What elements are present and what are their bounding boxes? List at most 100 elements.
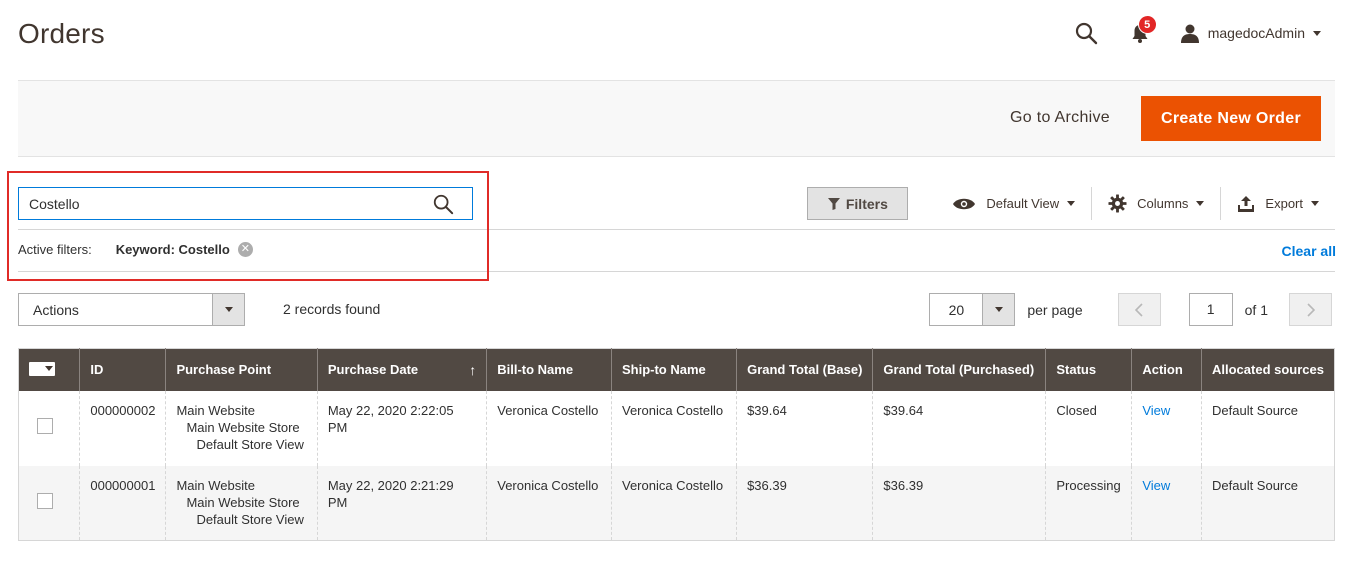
view-order-link[interactable]: View — [1142, 403, 1170, 418]
chevron-left-icon — [1135, 302, 1143, 317]
search-icon[interactable] — [1074, 21, 1098, 45]
remove-filter-icon[interactable]: ✕ — [237, 242, 253, 257]
column-header-purchase-point[interactable]: Purchase Point — [165, 348, 318, 391]
mass-select-header[interactable] — [18, 348, 80, 391]
dropdown-arrow — [212, 294, 244, 325]
column-header-grand-total-purchased[interactable]: Grand Total (Purchased) — [872, 348, 1046, 391]
filters-button[interactable]: Filters — [807, 187, 909, 220]
purchase-point-store: Main Website Store — [186, 494, 300, 510]
default-view-label: Default View — [986, 196, 1060, 211]
cell-purchase-date: May 22, 2020 2:21:29 PM — [316, 465, 487, 541]
cell-allocated-sources: Default Source — [1201, 465, 1335, 541]
column-header-allocated-sources[interactable]: Allocated sources — [1201, 348, 1335, 391]
view-order-link[interactable]: View — [1142, 478, 1170, 493]
dropdown-arrow — [982, 294, 1015, 325]
column-header-id[interactable]: ID — [79, 348, 166, 391]
row-checkbox[interactable] — [37, 492, 53, 509]
cell-bill-to-name: Veronica Costello — [486, 390, 612, 466]
clear-all-filters-link[interactable]: Clear all — [1282, 243, 1336, 259]
page-title: Orders — [18, 18, 105, 49]
table-row[interactable]: 000000002 Main Website Main Website Stor… — [18, 390, 1335, 466]
next-page-button[interactable] — [1289, 293, 1332, 326]
filters-label: Filters — [845, 195, 888, 212]
row-checkbox[interactable] — [37, 417, 53, 434]
mass-select-checkbox[interactable] — [29, 361, 55, 376]
chevron-down-icon — [45, 366, 53, 372]
column-header-bill-to-name[interactable]: Bill-to Name — [486, 348, 612, 391]
keyword-search-input[interactable] — [29, 195, 432, 212]
per-page-value: 20 — [948, 301, 965, 318]
columns-dropdown[interactable]: Columns — [1092, 187, 1220, 220]
purchase-point-website: Main Website — [176, 477, 255, 493]
search-submit-icon[interactable] — [432, 193, 454, 215]
total-pages-label: of 1 — [1244, 301, 1268, 318]
columns-label: Columns — [1137, 196, 1189, 211]
eye-icon — [953, 198, 976, 209]
cell-status: Processing — [1045, 465, 1132, 541]
default-view-dropdown[interactable]: Default View — [936, 187, 1091, 220]
mass-actions-label: Actions — [33, 301, 79, 318]
header-actions: 5 magedocAdmin — [1074, 15, 1321, 48]
cell-grand-total-purchased: $36.39 — [872, 465, 1046, 541]
filters-divider-line — [18, 271, 1335, 272]
column-header-purchase-date[interactable]: Purchase Date ↑ — [316, 348, 487, 391]
cell-purchase-date: May 22, 2020 2:22:05 PM — [316, 390, 487, 466]
cell-grand-total-base: $39.64 — [736, 390, 873, 466]
column-header-grand-total-base[interactable]: Grand Total (Base) — [736, 348, 873, 391]
cell-id: 000000001 — [79, 465, 166, 541]
cell-grand-total-purchased: $39.64 — [872, 390, 1046, 466]
cell-purchase-point: Main Website Main Website Store Default … — [165, 465, 318, 541]
funnel-icon — [827, 197, 840, 210]
purchase-point-store: Main Website Store — [186, 419, 300, 435]
notifications-button[interactable]: 5 — [1128, 15, 1157, 45]
toolbar-divider-line — [18, 229, 1335, 230]
chevron-down-icon — [1313, 30, 1321, 36]
user-icon — [1180, 24, 1199, 43]
records-found-count: 2 records found — [283, 301, 381, 317]
row-select-cell — [18, 465, 80, 541]
column-header-action: Action — [1131, 348, 1202, 391]
mass-actions-dropdown[interactable]: Actions — [18, 293, 245, 326]
grid-header-row: ID Purchase Point Purchase Date ↑ Bill-to… — [18, 348, 1335, 391]
export-icon — [1238, 195, 1255, 212]
export-label: Export — [1265, 196, 1303, 211]
keyword-search-field — [18, 187, 473, 220]
cell-grand-total-base: $36.39 — [736, 465, 873, 541]
column-header-ship-to-name[interactable]: Ship-to Name — [610, 348, 737, 391]
user-name: magedocAdmin — [1207, 25, 1305, 41]
orders-grid: ID Purchase Point Purchase Date ↑ Bill-to… — [18, 348, 1335, 541]
cell-purchase-point: Main Website Main Website Store Default … — [165, 390, 318, 466]
per-page-select[interactable]: 20 — [929, 293, 1016, 326]
active-filters: Active filters: Keyword: Costello ✕ — [18, 242, 253, 257]
row-select-cell — [18, 390, 80, 466]
chevron-down-icon — [994, 307, 1003, 312]
chevron-down-icon — [224, 307, 233, 312]
per-page-label: per page — [1027, 301, 1083, 318]
gear-icon — [1108, 194, 1127, 213]
current-page-input[interactable]: 1 — [1188, 293, 1233, 326]
user-menu[interactable]: magedocAdmin — [1180, 23, 1321, 43]
table-row[interactable]: 000000001 Main Website Main Website Stor… — [18, 465, 1335, 541]
chevron-down-icon — [1067, 201, 1076, 206]
chevron-down-icon — [1311, 201, 1319, 206]
cell-allocated-sources: Default Source — [1201, 390, 1335, 466]
previous-page-button[interactable] — [1117, 293, 1161, 326]
cell-status: Closed — [1045, 390, 1132, 466]
column-header-status[interactable]: Status — [1045, 348, 1132, 391]
page-actions-bar: Go to Archive Create New Order — [18, 80, 1335, 157]
cell-ship-to-name: Veronica Costello — [610, 390, 737, 466]
sort-ascending-icon: ↑ — [469, 361, 477, 378]
pagination: 20 per page 1 of 1 — [929, 293, 1332, 326]
go-to-archive-button[interactable]: Go to Archive — [1010, 109, 1110, 127]
notifications-badge: 5 — [1137, 15, 1157, 34]
export-dropdown[interactable]: Export — [1221, 187, 1335, 220]
cell-action: View — [1131, 465, 1202, 541]
active-filters-label: Active filters: — [18, 242, 92, 257]
create-new-order-button[interactable]: Create New Order — [1141, 96, 1321, 141]
column-header-label: Purchase Date — [327, 361, 419, 377]
cell-bill-to-name: Veronica Costello — [486, 465, 612, 541]
cell-id: 000000002 — [79, 390, 166, 466]
purchase-point-store-view: Default Store View — [196, 511, 304, 527]
active-filter-keyword: Keyword: Costello — [115, 242, 230, 257]
purchase-point-store-view: Default Store View — [196, 436, 304, 452]
